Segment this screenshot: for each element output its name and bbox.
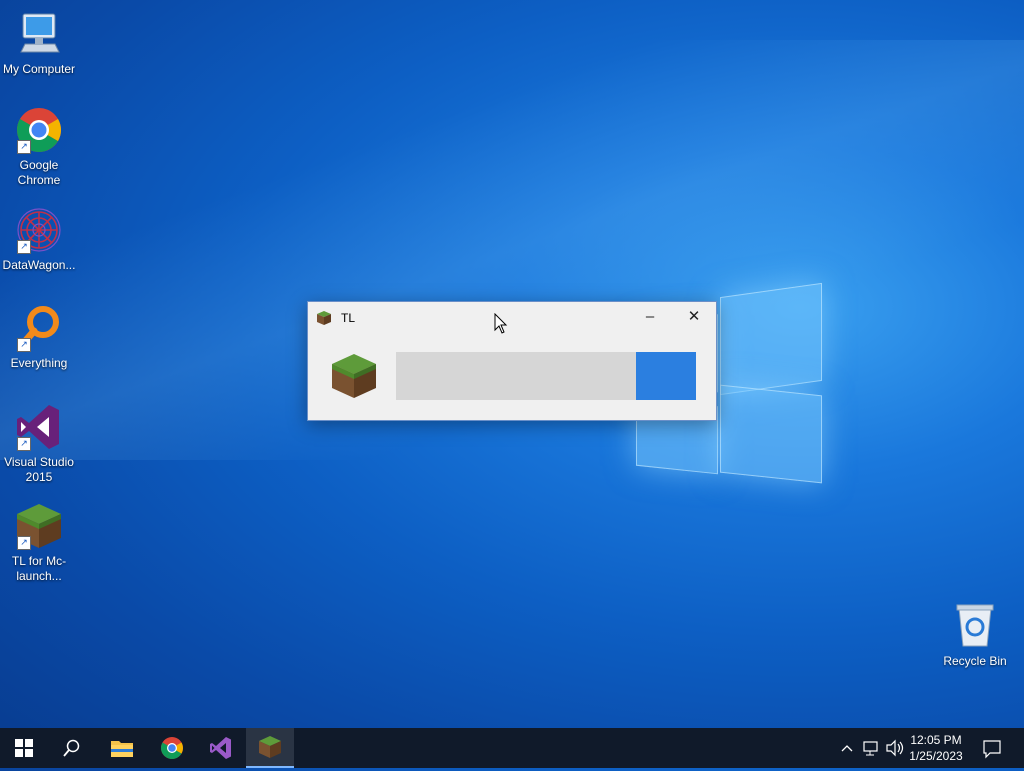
desktop-icon-recycle-bin[interactable]: Recycle Bin — [936, 602, 1014, 669]
action-center-button[interactable] — [978, 728, 1006, 768]
visual-studio-icon — [210, 737, 231, 759]
window-title: TL — [341, 311, 356, 325]
datawagon-icon: ↗ — [15, 206, 63, 254]
grass-block-icon — [259, 736, 281, 758]
desktop-icon-my-computer[interactable]: My Computer — [0, 10, 78, 77]
desktop-icon-tl-launcher[interactable]: ↗ TL for Mc-launch... — [0, 502, 78, 584]
desktop-icon-label: Everything — [10, 356, 68, 370]
chrome-icon: ↗ — [15, 106, 63, 154]
minimize-button[interactable]: – — [628, 302, 672, 334]
desktop-icon-label: Visual Studio 2015 — [4, 455, 74, 484]
windows-start-icon — [15, 739, 33, 757]
mouse-cursor-icon — [494, 312, 508, 335]
notification-icon — [983, 740, 1001, 759]
search-icon — [63, 739, 80, 757]
speaker-icon — [886, 739, 904, 757]
folder-icon — [111, 741, 133, 757]
visual-studio-icon: ↗ — [15, 403, 63, 451]
title-bar[interactable]: TL – ✕ — [308, 302, 716, 334]
desktop-icon-label: TL for Mc-launch... — [11, 554, 67, 583]
loading-progress-bar — [396, 352, 696, 400]
desktop-icon-label: My Computer — [2, 62, 76, 76]
desktop-icon-google-chrome[interactable]: ↗ Google Chrome — [0, 106, 78, 188]
computer-icon — [15, 10, 63, 58]
everything-search-icon: ↗ — [15, 304, 63, 352]
taskbar-file-explorer[interactable] — [98, 728, 146, 768]
taskbar-tl-launcher[interactable] — [246, 728, 294, 768]
desktop-icon-everything[interactable]: ↗ Everything — [0, 304, 78, 371]
recycle-bin-icon — [951, 602, 999, 650]
chevron-up-icon — [841, 745, 853, 752]
progress-fill — [636, 352, 696, 400]
taskbar-chrome[interactable] — [148, 728, 196, 768]
search-button[interactable] — [48, 728, 96, 768]
desktop-icon-datawagon[interactable]: ↗ DataWagon... — [0, 206, 78, 273]
network-icon — [863, 741, 878, 756]
taskbar-clock[interactable]: 12:05 PM 1/25/2023 — [908, 732, 964, 764]
grass-block-icon: ↗ — [15, 502, 63, 550]
desktop-icon-label: Google Chrome — [17, 158, 61, 187]
clock-date: 1/25/2023 — [909, 749, 963, 763]
volume-tray-button[interactable] — [884, 728, 906, 768]
desktop-icon-visual-studio[interactable]: ↗ Visual Studio 2015 — [0, 403, 78, 485]
taskbar: 12:05 PM 1/25/2023 — [0, 728, 1024, 768]
taskbar-visual-studio[interactable] — [197, 728, 245, 768]
close-button[interactable]: ✕ — [672, 302, 716, 334]
grass-block-icon — [330, 352, 378, 400]
tl-launcher-window: TL – ✕ — [307, 301, 717, 421]
chrome-icon — [161, 737, 183, 759]
network-tray-button[interactable] — [860, 728, 882, 768]
grass-block-icon — [316, 310, 332, 326]
desktop-icon-label: Recycle Bin — [943, 654, 1007, 668]
start-button[interactable] — [0, 728, 48, 768]
desktop-icon-label: DataWagon... — [2, 258, 76, 272]
clock-time: 12:05 PM — [910, 733, 962, 747]
show-hidden-icons-button[interactable] — [838, 728, 856, 768]
